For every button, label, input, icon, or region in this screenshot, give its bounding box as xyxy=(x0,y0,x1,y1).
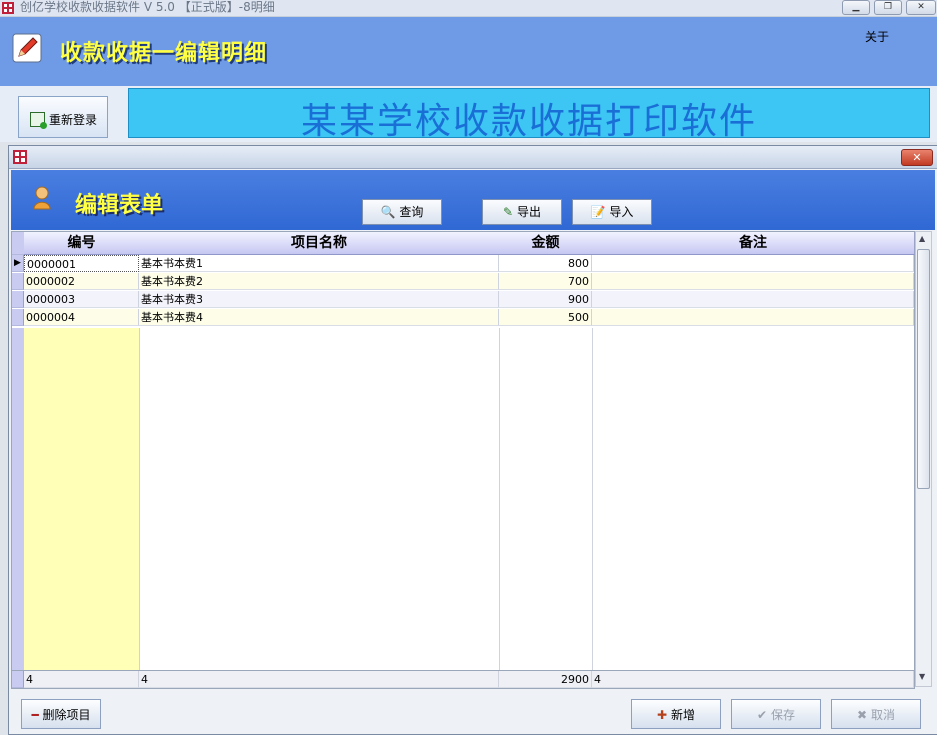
table-cell-note[interactable] xyxy=(592,309,914,326)
relogin-button[interactable]: 重新登录 xyxy=(18,96,108,138)
table-cell-id[interactable]: 0000002 xyxy=(24,273,139,290)
table-cell-amount[interactable]: 700 xyxy=(499,273,592,290)
cancel-label: 取消 xyxy=(870,708,895,722)
relogin-label: 重新登录 xyxy=(49,113,98,127)
id-column-fill xyxy=(24,328,140,670)
summary-name-count: 4 xyxy=(139,671,499,688)
table-cell-name[interactable]: 基本书本费1 xyxy=(139,255,499,272)
window-title: 创亿学校收款收据软件 V 5.0 【正式版】-8明细 xyxy=(20,0,275,14)
table-cell-note[interactable] xyxy=(592,255,914,272)
delete-item-label: 删除项目 xyxy=(42,708,91,722)
grid-vertical-scrollbar[interactable]: ▲ ▼ xyxy=(915,231,932,687)
cancel-button[interactable]: ✖ 取消 xyxy=(831,699,921,729)
add-label: 新增 xyxy=(670,708,695,722)
summary-indicator xyxy=(12,671,24,688)
column-header-amount[interactable]: 金额 xyxy=(499,232,593,255)
row-indicator-fill xyxy=(12,328,24,670)
table-cell-id[interactable]: 0000003 xyxy=(24,291,139,308)
add-button[interactable]: ✚ 新增 xyxy=(631,699,721,729)
check-icon: ✔ xyxy=(757,708,768,722)
delete-item-button[interactable]: ━ 删除项目 xyxy=(21,699,101,729)
about-link[interactable]: 关于 xyxy=(865,28,889,45)
table-cell-id[interactable]: 0000004 xyxy=(24,309,139,326)
relogin-icon xyxy=(30,112,47,129)
table-cell-note[interactable] xyxy=(592,273,914,290)
row-indicator xyxy=(12,309,24,326)
app-icon xyxy=(2,2,14,14)
search-icon: 🔍 xyxy=(380,205,396,219)
minimize-button[interactable]: ▁ xyxy=(842,0,870,15)
close-icon: ✕ xyxy=(912,151,922,164)
table-cell-id[interactable]: 0000001 xyxy=(24,255,139,272)
items-grid: 编号 项目名称 金额 备注 ▶ 0000001 基本书本费1 800 00000… xyxy=(11,231,915,689)
plus-icon: ✚ xyxy=(657,708,668,722)
app-header: 收款收据一编辑明细 关于 xyxy=(0,17,937,86)
column-header-id[interactable]: 编号 xyxy=(24,232,140,255)
window-titlebar: 创亿学校收款收据软件 V 5.0 【正式版】-8明细 ▁ ❐ ✕ xyxy=(0,0,937,17)
dialog-icon xyxy=(13,150,27,164)
cancel-x-icon: ✖ xyxy=(857,708,868,722)
close-icon: ✕ xyxy=(917,2,925,12)
scroll-thumb[interactable] xyxy=(917,249,930,489)
export-label: 导出 xyxy=(516,205,541,219)
dialog-toolbar: 编辑表单 🔍 查询 ✎ 导出 📝 导入 xyxy=(11,170,935,230)
save-label: 保存 xyxy=(770,708,795,722)
table-cell-amount[interactable]: 900 xyxy=(499,291,592,308)
summary-id-count: 4 xyxy=(24,671,139,688)
dialog-close-button[interactable]: ✕ xyxy=(901,149,933,166)
query-button[interactable]: 🔍 查询 xyxy=(362,199,442,225)
column-header-name[interactable]: 项目名称 xyxy=(139,232,500,255)
row-indicator xyxy=(12,291,24,308)
table-cell-amount[interactable]: 500 xyxy=(499,309,592,326)
column-divider xyxy=(592,328,593,670)
page-caption: 收款收据一编辑明细 xyxy=(60,41,268,66)
scroll-up-icon[interactable]: ▲ xyxy=(919,234,925,243)
restore-icon: ❐ xyxy=(883,2,893,12)
table-cell-amount[interactable]: 800 xyxy=(499,255,592,272)
restore-button[interactable]: ❐ xyxy=(874,0,902,15)
row-indicator xyxy=(12,273,24,290)
import-label: 导入 xyxy=(609,205,634,219)
import-icon: 📝 xyxy=(590,205,606,219)
scroll-down-icon[interactable]: ▼ xyxy=(919,672,925,681)
dialog-heading: 编辑表单 xyxy=(75,193,164,218)
summary-amount-total: 2900 xyxy=(499,671,592,688)
edit-dialog: ✕ 编辑表单 🔍 查询 ✎ 导出 📝 导入 编号 项目名称 金额 备注 ▶ 00… xyxy=(8,145,937,735)
summary-note-count: 4 xyxy=(592,671,914,688)
table-cell-name[interactable]: 基本书本费2 xyxy=(139,273,499,290)
query-label: 查询 xyxy=(399,205,424,219)
edit-pencil-icon xyxy=(12,33,42,63)
column-header-note[interactable]: 备注 xyxy=(592,232,915,255)
minimize-icon: ▁ xyxy=(852,2,860,12)
user-icon xyxy=(33,186,51,210)
table-cell-note[interactable] xyxy=(592,291,914,308)
banner-title: 某某学校收款收据打印软件 xyxy=(300,101,757,142)
export-button[interactable]: ✎ 导出 xyxy=(482,199,562,225)
table-cell-name[interactable]: 基本书本费3 xyxy=(139,291,499,308)
window-close-button[interactable]: ✕ xyxy=(906,0,936,15)
dialog-titlebar: ✕ xyxy=(9,146,937,169)
export-icon: ✎ xyxy=(503,205,514,219)
table-cell-name[interactable]: 基本书本费4 xyxy=(139,309,499,326)
column-divider xyxy=(499,328,500,670)
minus-icon: ━ xyxy=(31,708,39,722)
import-button[interactable]: 📝 导入 xyxy=(572,199,652,225)
software-banner: 某某学校收款收据打印软件 xyxy=(128,88,930,142)
current-row-marker: ▶ xyxy=(12,255,24,272)
save-button[interactable]: ✔ 保存 xyxy=(731,699,821,729)
